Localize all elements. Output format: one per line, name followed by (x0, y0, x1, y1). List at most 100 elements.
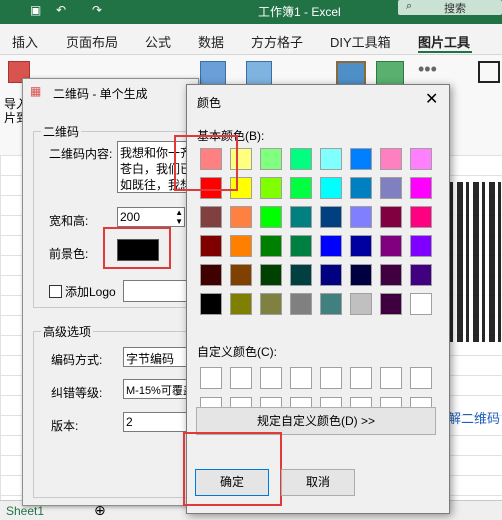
basic-color-swatch[interactable] (290, 177, 312, 199)
picture-grid-icon[interactable] (376, 61, 404, 85)
tab-data[interactable]: 数据 (198, 32, 224, 51)
define-custom-colors-button[interactable]: 规定自定义颜色(D) >> (196, 407, 436, 435)
custom-color-well[interactable] (320, 367, 342, 389)
basic-color-swatch[interactable] (350, 206, 372, 228)
basic-color-swatch[interactable] (410, 293, 432, 315)
redo-icon[interactable]: ↷ (92, 3, 102, 17)
size-value: 200 (120, 210, 141, 224)
basic-color-swatch[interactable] (290, 206, 312, 228)
qr-tool-icon[interactable] (478, 61, 500, 83)
basic-color-swatch[interactable] (350, 264, 372, 286)
qr-dialog-icon: ▦ (30, 84, 42, 98)
basic-color-swatch[interactable] (320, 235, 342, 257)
basic-color-swatch[interactable] (260, 264, 282, 286)
active-tab-underline (418, 51, 472, 53)
basic-color-swatch[interactable] (200, 235, 222, 257)
basic-color-swatch[interactable] (200, 264, 222, 286)
basic-color-swatch[interactable] (320, 264, 342, 286)
basic-color-swatch[interactable] (350, 177, 372, 199)
basic-color-swatch[interactable] (290, 148, 312, 170)
custom-color-well[interactable] (410, 367, 432, 389)
color-dialog: 颜色 ✕ 基本颜色(B): 自定义颜色(C): 规定自定义颜色(D) >> 确定… (174, 84, 450, 514)
basic-color-swatch[interactable] (320, 148, 342, 170)
custom-color-well[interactable] (260, 367, 282, 389)
window-title: 工作簿1 - Excel (258, 5, 341, 19)
basic-color-swatch[interactable] (350, 235, 372, 257)
more-icon[interactable]: ••• (418, 59, 437, 80)
tab-insert[interactable]: 插入 (12, 32, 38, 51)
custom-color-well[interactable] (350, 367, 372, 389)
picture-tool-icon[interactable] (246, 61, 272, 85)
tab-formulas[interactable]: 公式 (145, 32, 171, 51)
basic-color-swatch[interactable] (230, 206, 252, 228)
color-dialog-title: 颜色 (197, 96, 222, 110)
excel-title-bar: ▣ ↶ ↷ 工作簿1 - Excel ⌕ 搜索 (0, 0, 502, 24)
cancel-button[interactable]: 取消 (281, 469, 355, 496)
basic-color-swatch[interactable] (230, 235, 252, 257)
encoding-value: 字节编码 (126, 352, 175, 366)
basic-color-swatch[interactable] (200, 293, 222, 315)
sheet-tab[interactable]: Sheet1 (6, 504, 44, 518)
ec-level-label: 纠错等级: (51, 386, 103, 400)
custom-colors-label: 自定义颜色(C): (197, 345, 277, 359)
basic-color-swatch[interactable] (290, 235, 312, 257)
basic-color-swatch[interactable] (380, 206, 402, 228)
basic-color-swatch[interactable] (350, 148, 372, 170)
ribbon-tabs: 插入 页面布局 公式 数据 方方格子 DIY工具箱 图片工具 (0, 24, 502, 55)
save-icon[interactable]: ▣ (30, 3, 41, 17)
basic-color-swatch[interactable] (410, 148, 432, 170)
custom-color-well[interactable] (290, 367, 312, 389)
logo-checkbox[interactable] (49, 285, 62, 298)
fg-color-highlight (103, 227, 171, 269)
picture-tool-icon[interactable] (200, 61, 226, 85)
basic-color-swatch[interactable] (230, 264, 252, 286)
basic-color-swatch[interactable] (410, 177, 432, 199)
basic-color-swatch[interactable] (320, 206, 342, 228)
logo-label[interactable]: 添加Logo (65, 283, 116, 300)
basic-color-swatch[interactable] (380, 293, 402, 315)
basic-color-swatch[interactable] (260, 293, 282, 315)
basic-color-swatch[interactable] (260, 235, 282, 257)
qr-code-image[interactable] (441, 182, 502, 342)
basic-color-swatch[interactable] (380, 264, 402, 286)
basic-color-swatch[interactable] (320, 293, 342, 315)
basic-color-swatch[interactable] (260, 148, 282, 170)
basic-color-swatch[interactable] (380, 235, 402, 257)
close-icon[interactable]: ✕ (425, 89, 438, 109)
size-stepper[interactable]: 200 ▲ ▼ (117, 207, 185, 227)
ec-level-value: M-15%可覆盖 (126, 385, 194, 397)
version-label: 版本: (51, 419, 79, 433)
stepper-arrows-icon[interactable]: ▲ ▼ (175, 208, 183, 226)
qr-dialog: ▦ 二维码 - 单个生成 二维码 二维码内容: 我想和你一齐 苍白，我们已 如既… (22, 78, 200, 506)
basic-color-swatch[interactable] (290, 264, 312, 286)
search-label: 搜索 (444, 3, 466, 15)
content-label: 二维码内容: (49, 147, 113, 161)
basic-color-swatch[interactable] (410, 206, 432, 228)
tab-page-layout[interactable]: 页面布局 (66, 32, 118, 51)
basic-color-swatch[interactable] (290, 293, 312, 315)
custom-color-well[interactable] (380, 367, 402, 389)
basic-color-swatch[interactable] (410, 264, 432, 286)
decode-qr-link[interactable]: 解二维码 (448, 408, 500, 427)
search-box[interactable]: ⌕ 搜索 (398, 0, 502, 15)
basic-color-swatch[interactable] (410, 235, 432, 257)
basic-color-swatch[interactable] (230, 293, 252, 315)
qr-dialog-title: 二维码 - 单个生成 (53, 87, 148, 101)
qr-group-label: 二维码 (41, 123, 82, 140)
basic-color-swatch[interactable] (200, 206, 222, 228)
tab-fangfang[interactable]: 方方格子 (251, 32, 303, 51)
basic-color-swatch[interactable] (350, 293, 372, 315)
custom-color-well[interactable] (200, 367, 222, 389)
basic-color-swatch[interactable] (260, 206, 282, 228)
encoding-label: 编码方式: (51, 353, 103, 367)
basic-color-swatch[interactable] (380, 148, 402, 170)
custom-color-well[interactable] (230, 367, 252, 389)
basic-color-swatch[interactable] (380, 177, 402, 199)
basic-color-swatch[interactable] (320, 177, 342, 199)
tab-picture-tools[interactable]: 图片工具 (418, 32, 470, 51)
advanced-group-label: 高级选项 (41, 323, 94, 340)
tab-diy-toolbox[interactable]: DIY工具箱 (330, 32, 391, 51)
size-label: 宽和高: (49, 214, 89, 228)
undo-icon[interactable]: ↶ (56, 3, 66, 17)
basic-color-swatch[interactable] (260, 177, 282, 199)
